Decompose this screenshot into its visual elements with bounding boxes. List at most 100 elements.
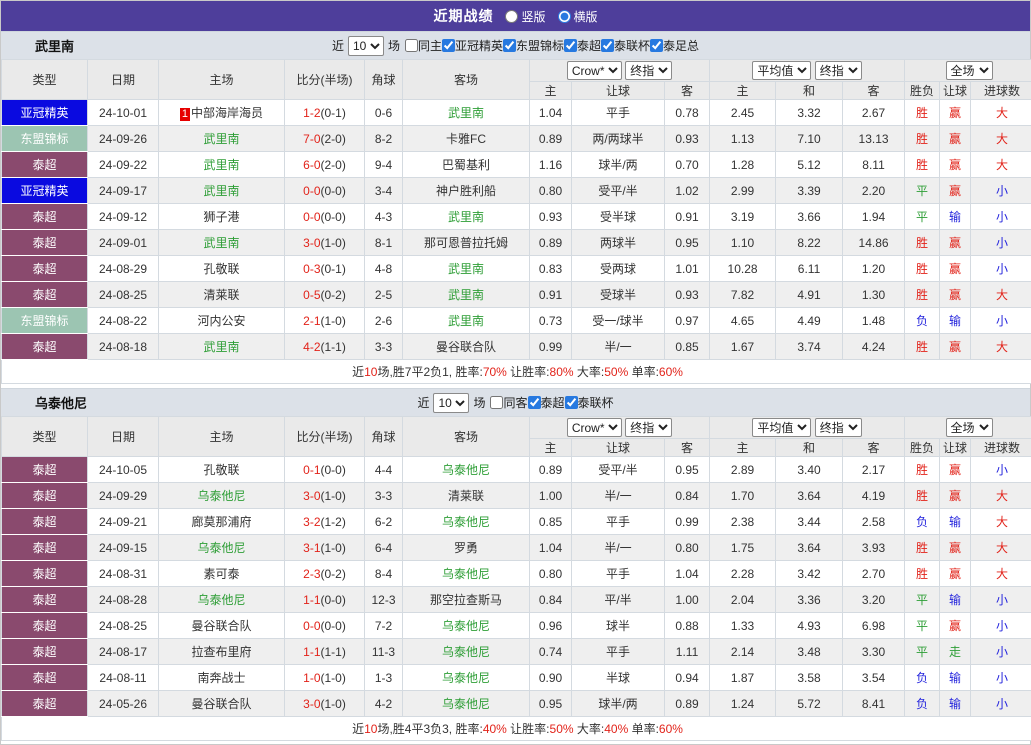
- match-date: 24-08-18: [88, 334, 159, 360]
- avg-select[interactable]: 平均值: [752, 61, 811, 80]
- result-wdl: 负: [905, 509, 940, 535]
- league-filter[interactable]: 泰超: [528, 394, 565, 411]
- league-checkbox[interactable]: [442, 39, 455, 52]
- league-checkbox[interactable]: [565, 396, 578, 409]
- summary-segment: 单率:: [628, 365, 659, 379]
- odds-handicap: 受球半: [572, 282, 665, 308]
- vertical-radio[interactable]: [505, 10, 518, 23]
- full-time-score: 0-5: [303, 288, 320, 302]
- odds-time-select[interactable]: 终指: [625, 418, 672, 437]
- result-wdl: 平: [905, 639, 940, 665]
- league-filter[interactable]: 泰超: [564, 37, 601, 54]
- odds-away: 0.95: [665, 457, 710, 483]
- away-team-name: 那空拉查斯马: [430, 593, 502, 607]
- league-checkbox[interactable]: [601, 39, 614, 52]
- result-wdl: 胜: [905, 483, 940, 509]
- odds-company-select[interactable]: Crow*: [567, 418, 622, 437]
- match-row: 泰超24-09-22武里南6-0(2-0)9-4巴蜀基利1.16球半/两0.70…: [2, 152, 1031, 178]
- type-badge: 泰超: [2, 509, 88, 535]
- summary-segment: 场,胜4平3负3, 胜率:: [377, 722, 482, 736]
- away-team: 巴蜀基利: [403, 152, 530, 178]
- col-odds-home: 主: [530, 82, 572, 100]
- away-team: 罗勇: [403, 535, 530, 561]
- avg-select[interactable]: 平均值: [752, 418, 811, 437]
- corners: 4-2: [365, 691, 403, 717]
- match-row: 泰超24-09-01武里南3-0(1-0)8-1那可恩普拉托姆0.89两球半0.…: [2, 230, 1031, 256]
- league-checkbox[interactable]: [650, 39, 663, 52]
- result-wdl: 胜: [905, 334, 940, 360]
- match-row: 亚冠精英24-10-011中部海岸海员1-2(0-1)0-6武里南1.04平手0…: [2, 100, 1031, 126]
- section-header: 乌泰他尼 近10场同客泰超泰联杯: [1, 388, 1030, 416]
- league-checkbox[interactable]: [528, 396, 541, 409]
- match-date: 24-08-25: [88, 282, 159, 308]
- summary-segment: 10: [364, 722, 377, 736]
- avg-home: 4.65: [710, 308, 776, 334]
- odds-handicap: 平手: [572, 561, 665, 587]
- odds-away: 1.11: [665, 639, 710, 665]
- layout-option-horizontal[interactable]: 横版: [558, 8, 598, 25]
- score: 3-0(1-0): [285, 483, 365, 509]
- result-goals: 小: [971, 613, 1031, 639]
- away-team: 乌泰他尼: [403, 665, 530, 691]
- league-filter[interactable]: 泰足总: [650, 37, 699, 54]
- home-team: 拉查布里府: [159, 639, 285, 665]
- full-match-select[interactable]: 全场: [946, 61, 993, 80]
- avg-time-select[interactable]: 终指: [815, 61, 862, 80]
- avg-home: 1.33: [710, 613, 776, 639]
- same-venue-filter[interactable]: 同主: [400, 37, 442, 54]
- score: 0-3(0-1): [285, 256, 365, 282]
- home-team-name: 南奔战士: [197, 671, 245, 685]
- match-date: 24-08-31: [88, 561, 159, 587]
- league-label: 泰超: [577, 39, 601, 53]
- same-venue-filter[interactable]: 同客: [485, 394, 527, 411]
- league-label: 泰超: [541, 396, 565, 410]
- layout-option-vertical[interactable]: 竖版: [505, 8, 545, 25]
- summary-segment: 大率:: [574, 365, 605, 379]
- type-badge: 泰超: [2, 230, 88, 256]
- league-filter[interactable]: 亚冠精英: [442, 37, 503, 54]
- match-date: 24-08-22: [88, 308, 159, 334]
- full-time-score: 7-0: [303, 132, 320, 146]
- same-venue-label: 同客: [503, 396, 527, 410]
- away-team-name: 那可恩普拉托姆: [424, 236, 508, 250]
- same-venue-checkbox[interactable]: [490, 396, 503, 409]
- recent-count-select[interactable]: 10: [348, 36, 384, 56]
- recent-count-select[interactable]: 10: [433, 393, 469, 413]
- home-team-name: 狮子港: [203, 210, 239, 224]
- odds-handicap: 半/一: [572, 483, 665, 509]
- type-badge: 泰超: [2, 457, 88, 483]
- avg-time-select[interactable]: 终指: [815, 418, 862, 437]
- league-checkbox[interactable]: [564, 39, 577, 52]
- col-avg-away: 客: [843, 82, 905, 100]
- avg-draw: 4.91: [776, 282, 843, 308]
- avg-home: 2.38: [710, 509, 776, 535]
- odds-company-select[interactable]: Crow*: [567, 61, 622, 80]
- full-match-select[interactable]: 全场: [946, 418, 993, 437]
- summary-segment: 70%: [483, 365, 507, 379]
- result-wdl: 胜: [905, 256, 940, 282]
- odds-handicap: 受平/半: [572, 457, 665, 483]
- home-team-name: 素可泰: [203, 567, 239, 581]
- col-home: 主场: [159, 60, 285, 100]
- match-date: 24-08-17: [88, 639, 159, 665]
- league-checkbox[interactable]: [503, 39, 516, 52]
- league-filter[interactable]: 泰联杯: [601, 37, 650, 54]
- horizontal-radio[interactable]: [558, 10, 571, 23]
- half-time-score: (0-0): [321, 184, 346, 198]
- score: 2-3(0-2): [285, 561, 365, 587]
- score: 7-0(2-0): [285, 126, 365, 152]
- league-filter[interactable]: 东盟锦标: [503, 37, 564, 54]
- odds-away: 1.00: [665, 587, 710, 613]
- odds-away: 1.01: [665, 256, 710, 282]
- avg-away: 1.30: [843, 282, 905, 308]
- same-venue-checkbox[interactable]: [405, 39, 418, 52]
- odds-time-select[interactable]: 终指: [625, 61, 672, 80]
- league-filter[interactable]: 泰联杯: [565, 394, 614, 411]
- avg-away: 4.19: [843, 483, 905, 509]
- home-team: 乌泰他尼: [159, 587, 285, 613]
- type-badge: 亚冠精英: [2, 178, 88, 204]
- avg-draw: 8.22: [776, 230, 843, 256]
- score: 1-2(0-1): [285, 100, 365, 126]
- corners: 8-2: [365, 126, 403, 152]
- away-team: 清莱联: [403, 483, 530, 509]
